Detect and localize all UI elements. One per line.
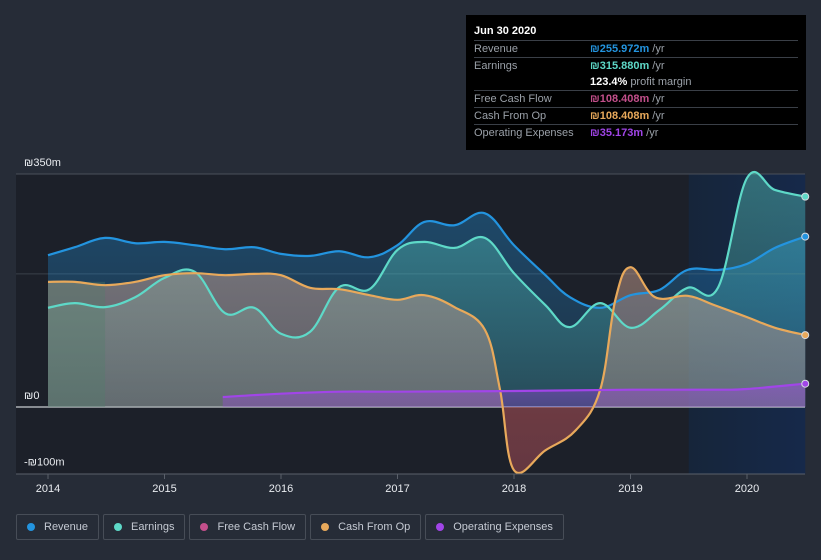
tooltip-unit: profit margin bbox=[630, 76, 692, 88]
legend-item-revenue[interactable]: Revenue bbox=[16, 514, 100, 540]
x-tick-label: 2015 bbox=[152, 483, 176, 495]
tooltip-value: ₪108.408m bbox=[590, 110, 650, 122]
y-tick-label: -₪100m bbox=[24, 457, 65, 469]
legend-item-cash-from-op[interactable]: Cash From Op bbox=[310, 514, 422, 540]
legend-label: Cash From Op bbox=[338, 521, 411, 533]
tooltip-row: 123.4% profit margin bbox=[474, 74, 798, 91]
tooltip-value: ₪108.408m bbox=[590, 93, 650, 105]
tooltip-row: Free Cash Flow ₪108.408m/yr bbox=[474, 91, 798, 108]
legend-label: Earnings bbox=[131, 521, 175, 533]
legend-dot-icon bbox=[436, 523, 445, 531]
x-tick-label: 2019 bbox=[618, 483, 642, 495]
tooltip-value: 123.4% bbox=[590, 76, 628, 88]
tooltip-row: Revenue ₪255.972m/yr bbox=[474, 41, 798, 58]
tooltip-row: Earnings ₪315.880m/yr bbox=[474, 58, 798, 74]
y-tick-label: ₪0 bbox=[24, 390, 39, 402]
x-tick-label: 2017 bbox=[385, 483, 409, 495]
tooltip-label: Cash From Op bbox=[474, 110, 547, 122]
tooltip-row: Operating Expenses ₪35.173m/yr bbox=[474, 125, 798, 141]
legend-label: Free Cash Flow bbox=[217, 521, 296, 533]
legend-item-free-cash-flow[interactable]: Free Cash Flow bbox=[189, 514, 307, 540]
x-tick-label: 2016 bbox=[269, 483, 293, 495]
legend-dot-icon bbox=[27, 523, 35, 531]
tooltip-unit: /yr bbox=[652, 60, 665, 72]
legend-dot-icon bbox=[114, 523, 123, 531]
tooltip-label: Operating Expenses bbox=[474, 127, 574, 139]
tooltip-unit: /yr bbox=[652, 43, 665, 55]
y-tick-label: ₪350m bbox=[24, 157, 61, 169]
marker-revenue[interactable] bbox=[801, 232, 810, 241]
tooltip-label bbox=[474, 74, 590, 90]
x-tick-label: 2020 bbox=[735, 483, 759, 495]
tooltip-label: Revenue bbox=[474, 43, 519, 55]
marker-operating-expenses[interactable] bbox=[801, 379, 810, 388]
legend-item-operating-expenses[interactable]: Operating Expenses bbox=[425, 514, 564, 540]
legend-dot-icon bbox=[200, 523, 209, 531]
tooltip-row: Cash From Op ₪108.408m/yr bbox=[474, 108, 798, 125]
area-early-fcf bbox=[48, 281, 106, 407]
tooltip-label: Free Cash Flow bbox=[474, 93, 552, 105]
tooltip-date: Jun 30 2020 bbox=[474, 23, 798, 41]
x-tick-label: 2014 bbox=[36, 483, 60, 495]
tooltip-unit: /yr bbox=[652, 93, 665, 105]
legend-label: Operating Expenses bbox=[453, 521, 553, 533]
marker-cash-from-op[interactable] bbox=[801, 331, 810, 340]
marker-earnings[interactable] bbox=[801, 192, 810, 201]
legend-item-earnings[interactable]: Earnings bbox=[103, 514, 186, 540]
legend: Revenue Earnings Free Cash Flow Cash From O… bbox=[16, 514, 564, 540]
tooltip-unit: /yr bbox=[652, 110, 665, 122]
legend-label: Revenue bbox=[44, 521, 89, 533]
tooltip-value: ₪255.972m bbox=[590, 43, 650, 55]
tooltip-panel: Jun 30 2020 Revenue ₪255.972m/yr Earnings ₪… bbox=[466, 15, 806, 150]
tooltip-value: ₪315.880m bbox=[590, 60, 650, 72]
tooltip-label: Earnings bbox=[474, 60, 518, 72]
tooltip-unit: /yr bbox=[646, 127, 659, 139]
legend-dot-icon bbox=[321, 523, 330, 531]
x-tick-label: 2018 bbox=[502, 483, 526, 495]
tooltip-value: ₪35.173m bbox=[590, 127, 644, 139]
